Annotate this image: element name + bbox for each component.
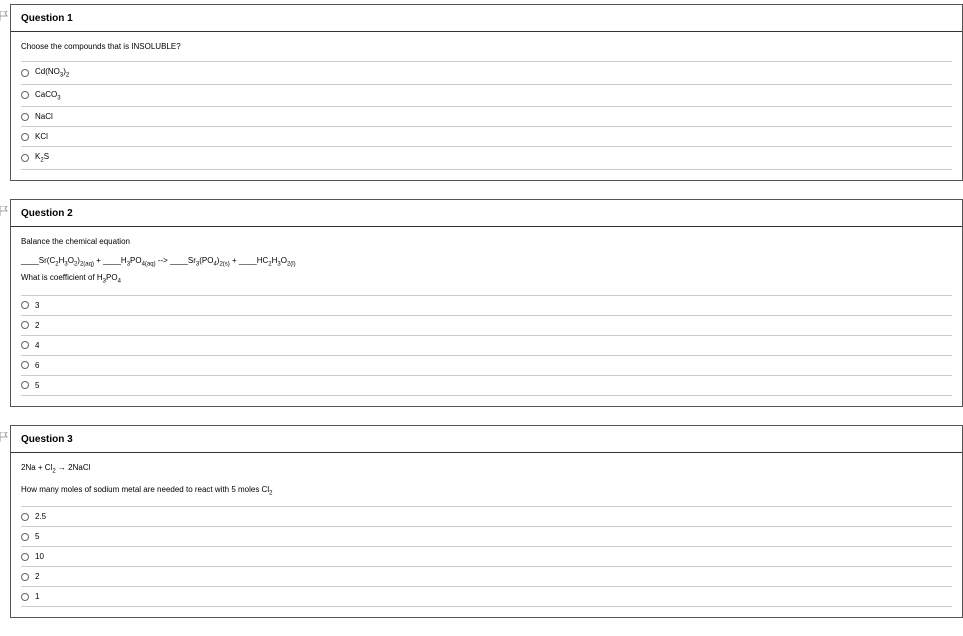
options-list: Cd(NO3)2 CaCO3 NaCl KCl K2S [21,61,952,170]
radio-icon [21,361,29,369]
option[interactable]: K2S [21,146,952,170]
option-label: 5 [35,532,39,541]
radio-icon [21,154,29,162]
option-label: 1 [35,592,39,601]
option-label: 10 [35,552,44,561]
radio-icon [21,113,29,121]
flag-icon[interactable] [0,206,9,216]
options-list: 2.5 5 10 2 1 [21,506,952,607]
option[interactable]: 3 [21,295,952,315]
option-label: NaCl [35,112,53,121]
option-label: 2 [35,572,39,581]
option[interactable]: Cd(NO3)2 [21,61,952,84]
question-prompt-2: How many moles of sodium metal are neede… [21,485,952,497]
question-title: Question 2 [21,208,952,223]
radio-icon [21,381,29,389]
option[interactable]: CaCO3 [21,84,952,107]
option-label: K2S [35,152,49,164]
option-label: 4 [35,341,39,350]
question-1: Question 1 Choose the compounds that is … [10,4,963,181]
radio-icon [21,573,29,581]
question-title: Question 1 [21,13,952,28]
radio-icon [21,301,29,309]
question-3: Question 3 2Na + Cl2 → 2NaCl How many mo… [10,425,963,618]
question-2: Question 2 Balance the chemical equation… [10,199,963,407]
question-prompt: Choose the compounds that is INSOLUBLE? [21,42,952,51]
option-label: KCl [35,132,48,141]
radio-icon [21,593,29,601]
options-list: 3 2 4 6 5 [21,295,952,396]
option[interactable]: 6 [21,355,952,375]
option[interactable]: 1 [21,586,952,607]
question-prompt: Balance the chemical equation [21,237,952,246]
radio-icon [21,341,29,349]
option[interactable]: 10 [21,546,952,566]
option[interactable]: 2 [21,315,952,335]
radio-icon [21,321,29,329]
option[interactable]: 2.5 [21,506,952,526]
option-label: CaCO3 [35,90,61,102]
radio-icon [21,91,29,99]
question-prompt: 2Na + Cl2 → 2NaCl [21,463,952,475]
question-prompt-2: What is coefficient of H3PO4 [21,273,952,285]
radio-icon [21,133,29,141]
option[interactable]: 2 [21,566,952,586]
option-label: 5 [35,381,39,390]
option-label: 2.5 [35,512,46,521]
radio-icon [21,533,29,541]
equation: ____Sr(C2H3O2)2(aq) + ____H3PO4(aq) --> … [21,256,952,268]
option[interactable]: 4 [21,335,952,355]
option-label: Cd(NO3)2 [35,67,69,79]
option[interactable]: 5 [21,375,952,396]
option-label: 2 [35,321,39,330]
option-label: 6 [35,361,39,370]
option[interactable]: NaCl [21,106,952,126]
option[interactable]: KCl [21,126,952,146]
option-label: 3 [35,301,39,310]
option[interactable]: 5 [21,526,952,546]
flag-icon[interactable] [0,11,9,21]
radio-icon [21,553,29,561]
radio-icon [21,69,29,77]
flag-icon[interactable] [0,432,9,442]
radio-icon [21,513,29,521]
question-title: Question 3 [21,434,952,449]
